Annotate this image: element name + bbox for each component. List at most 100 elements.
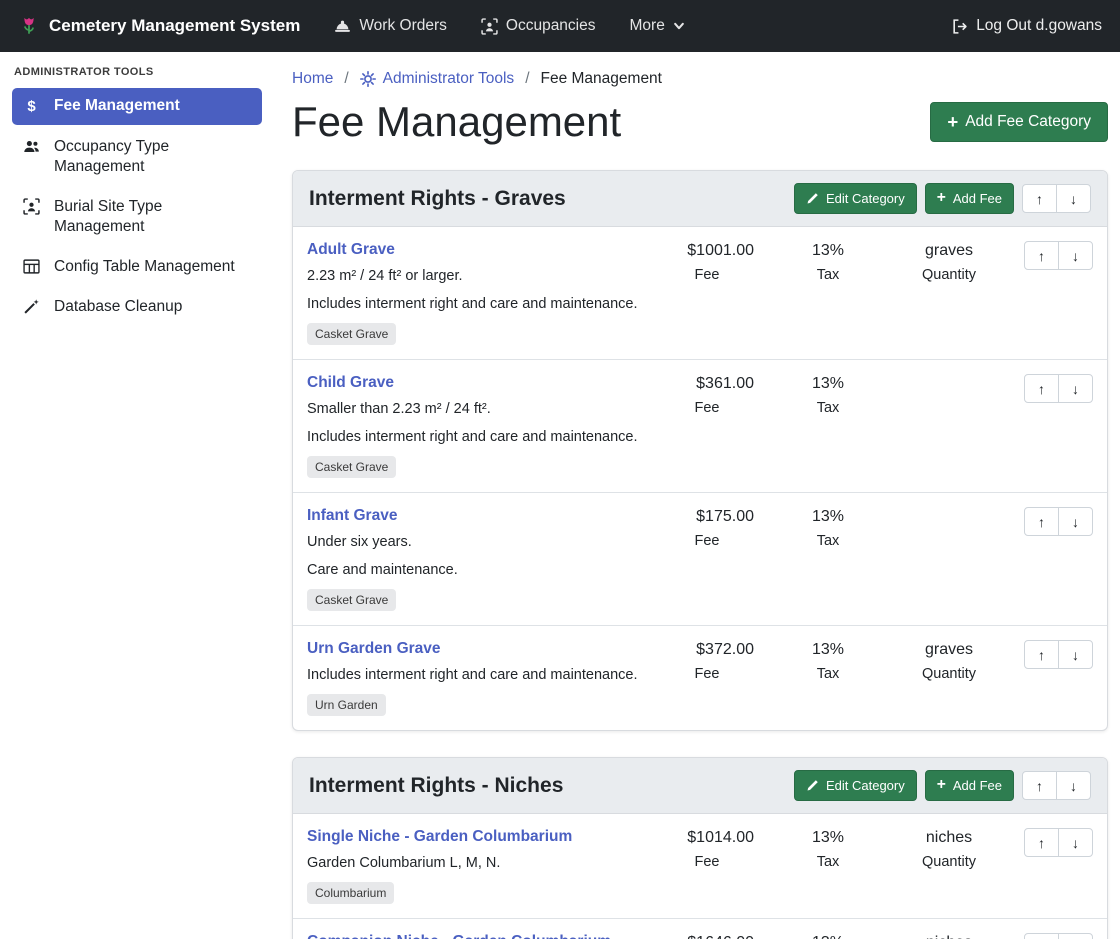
main-content: Home / Administrator T bbox=[272, 52, 1120, 939]
hardhat-icon bbox=[334, 18, 351, 35]
fee-name-link[interactable]: Child Grave bbox=[307, 374, 394, 392]
fee-quantity-label: Quantity bbox=[890, 854, 1008, 870]
fee-info: Companion Niche - Garden Columbarium Gar… bbox=[307, 933, 648, 939]
fee-type-badge: Casket Grave bbox=[307, 323, 396, 345]
fee-amount-label: Fee bbox=[648, 267, 766, 283]
fee-tax-value: 13% bbox=[780, 375, 876, 393]
category-actions: Edit Category + Add Fee ↑ ↓ bbox=[794, 770, 1091, 801]
arrow-down-icon: ↓ bbox=[1072, 249, 1079, 263]
breadcrumb-current: Fee Management bbox=[541, 70, 663, 88]
breadcrumb-separator: / bbox=[344, 70, 348, 88]
fee-quantity-column: graves Quantity bbox=[890, 241, 1008, 283]
dollar-icon: $ bbox=[22, 97, 41, 117]
app-brand[interactable]: Cemetery Management System bbox=[18, 15, 300, 37]
sidebar-item-config-table-management[interactable]: Config Table Management bbox=[12, 249, 262, 285]
plus-icon: + bbox=[937, 192, 946, 204]
fee-amount-column: $372.00 Fee bbox=[648, 640, 766, 682]
logout-label: Log Out d.gowans bbox=[976, 17, 1102, 35]
sidebar-item-burial-site-type-management[interactable]: Burial Site Type Management bbox=[12, 189, 262, 245]
fee-tax-column: 13% Tax bbox=[780, 507, 876, 549]
add-fee-category-button[interactable]: + Add Fee Category bbox=[930, 102, 1108, 142]
move-fee-down-button[interactable]: ↓ bbox=[1058, 640, 1093, 669]
arrow-down-icon: ↓ bbox=[1072, 515, 1079, 529]
fee-amount-label: Fee bbox=[648, 533, 766, 549]
sidebar-item-database-cleanup[interactable]: Database Cleanup bbox=[12, 289, 262, 325]
move-fee-up-button[interactable]: ↑ bbox=[1024, 374, 1059, 403]
fee-tax-value: 13% bbox=[780, 641, 876, 659]
fee-name-link[interactable]: Single Niche - Garden Columbarium bbox=[307, 828, 572, 846]
top-navbar: Cemetery Management System Work Orders O… bbox=[0, 0, 1120, 52]
fee-reorder-group: ↑ ↓ bbox=[1024, 374, 1093, 403]
fee-name-link[interactable]: Infant Grave bbox=[307, 507, 397, 525]
fee-reorder-group: ↑ ↓ bbox=[1024, 828, 1093, 857]
sidebar-item-occupancy-type-management[interactable]: Occupancy Type Management bbox=[12, 129, 262, 185]
add-fee-button[interactable]: + Add Fee bbox=[925, 770, 1014, 801]
person-box-icon bbox=[481, 18, 498, 35]
logout-link[interactable]: Log Out d.gowans bbox=[951, 17, 1102, 35]
move-fee-down-button[interactable]: ↓ bbox=[1058, 828, 1093, 857]
fee-name-link[interactable]: Adult Grave bbox=[307, 241, 395, 259]
sidebar-item-fee-management[interactable]: $ Fee Management bbox=[12, 88, 262, 125]
fee-tax-label: Tax bbox=[780, 666, 876, 682]
fee-descriptions: Garden Columbarium L, M, N. bbox=[307, 853, 638, 874]
fee-amount-column: $361.00 Fee bbox=[648, 374, 766, 416]
move-fee-down-button[interactable]: ↓ bbox=[1058, 374, 1093, 403]
fee-reorder-group: ↑ ↓ bbox=[1024, 933, 1093, 939]
fee-name-link[interactable]: Companion Niche - Garden Columbarium bbox=[307, 933, 611, 939]
fee-descriptions: Under six years. Care and maintenance. bbox=[307, 532, 638, 581]
fee-row: Adult Grave 2.23 m² / 24 ft² or larger.I… bbox=[293, 227, 1107, 359]
arrow-down-icon: ↓ bbox=[1070, 779, 1077, 793]
nav-more[interactable]: More bbox=[630, 17, 685, 35]
breadcrumb-home[interactable]: Home bbox=[292, 70, 333, 88]
edit-category-button[interactable]: Edit Category bbox=[794, 183, 917, 214]
add-fee-button[interactable]: + Add Fee bbox=[925, 183, 1014, 214]
category-reorder-group: ↑ ↓ bbox=[1022, 771, 1091, 800]
move-fee-up-button[interactable]: ↑ bbox=[1024, 507, 1059, 536]
fee-quantity-label: Quantity bbox=[890, 666, 1008, 682]
fee-amount-column: $1001.00 Fee bbox=[648, 241, 766, 283]
fee-amount-value: $1001.00 bbox=[648, 242, 766, 260]
fee-category-card: Interment Rights - Niches Edit Category … bbox=[292, 757, 1108, 939]
fee-reorder-group: ↑ ↓ bbox=[1024, 640, 1093, 669]
move-fee-down-button[interactable]: ↓ bbox=[1058, 507, 1093, 536]
fee-amount-value: $372.00 bbox=[648, 641, 766, 659]
fee-tax-value: 13% bbox=[780, 242, 876, 260]
fee-tax-label: Tax bbox=[780, 267, 876, 283]
move-fee-up-button[interactable]: ↑ bbox=[1024, 933, 1059, 939]
fee-type-badge: Casket Grave bbox=[307, 456, 396, 478]
move-fee-down-button[interactable]: ↓ bbox=[1058, 241, 1093, 270]
fee-description: Care and maintenance. bbox=[307, 560, 638, 581]
move-category-up-button[interactable]: ↑ bbox=[1022, 771, 1057, 800]
wand-icon bbox=[22, 298, 41, 315]
fee-name-link[interactable]: Urn Garden Grave bbox=[307, 640, 441, 658]
fee-info: Child Grave Smaller than 2.23 m² / 24 ft… bbox=[307, 374, 648, 478]
fee-description: Under six years. bbox=[307, 532, 638, 553]
move-fee-up-button[interactable]: ↑ bbox=[1024, 241, 1059, 270]
fee-row: Urn Garden Grave Includes interment righ… bbox=[293, 625, 1107, 730]
sidebar-nav: $ Fee Management Occupancy Type Manageme… bbox=[12, 88, 262, 325]
tulip-logo-icon bbox=[18, 15, 40, 37]
fee-amount-label: Fee bbox=[648, 666, 766, 682]
add-fee-label: Add Fee bbox=[953, 779, 1002, 792]
table-icon bbox=[22, 258, 41, 275]
move-category-down-button[interactable]: ↓ bbox=[1056, 184, 1091, 213]
nav-work-orders[interactable]: Work Orders bbox=[334, 17, 447, 35]
fee-row: Single Niche - Garden Columbarium Garden… bbox=[293, 814, 1107, 918]
fee-tax-value: 13% bbox=[780, 508, 876, 526]
nav-occupancies[interactable]: Occupancies bbox=[481, 17, 596, 35]
fee-reorder-group: ↑ ↓ bbox=[1024, 241, 1093, 270]
arrow-down-icon: ↓ bbox=[1070, 192, 1077, 206]
sidebar-heading: ADMINISTRATOR TOOLS bbox=[12, 66, 262, 88]
move-fee-up-button[interactable]: ↑ bbox=[1024, 640, 1059, 669]
move-category-down-button[interactable]: ↓ bbox=[1056, 771, 1091, 800]
page-header: Fee Management + Add Fee Category bbox=[292, 98, 1108, 146]
move-fee-down-button[interactable]: ↓ bbox=[1058, 933, 1093, 939]
breadcrumb: Home / Administrator T bbox=[292, 70, 1108, 88]
edit-category-button[interactable]: Edit Category bbox=[794, 770, 917, 801]
sidebar: ADMINISTRATOR TOOLS $ Fee Management Occ… bbox=[0, 52, 272, 939]
breadcrumb-admin-tools[interactable]: Administrator Tools bbox=[360, 70, 515, 88]
move-category-up-button[interactable]: ↑ bbox=[1022, 184, 1057, 213]
category-fee-list: Single Niche - Garden Columbarium Garden… bbox=[293, 814, 1107, 939]
fee-tax-label: Tax bbox=[780, 854, 876, 870]
move-fee-up-button[interactable]: ↑ bbox=[1024, 828, 1059, 857]
